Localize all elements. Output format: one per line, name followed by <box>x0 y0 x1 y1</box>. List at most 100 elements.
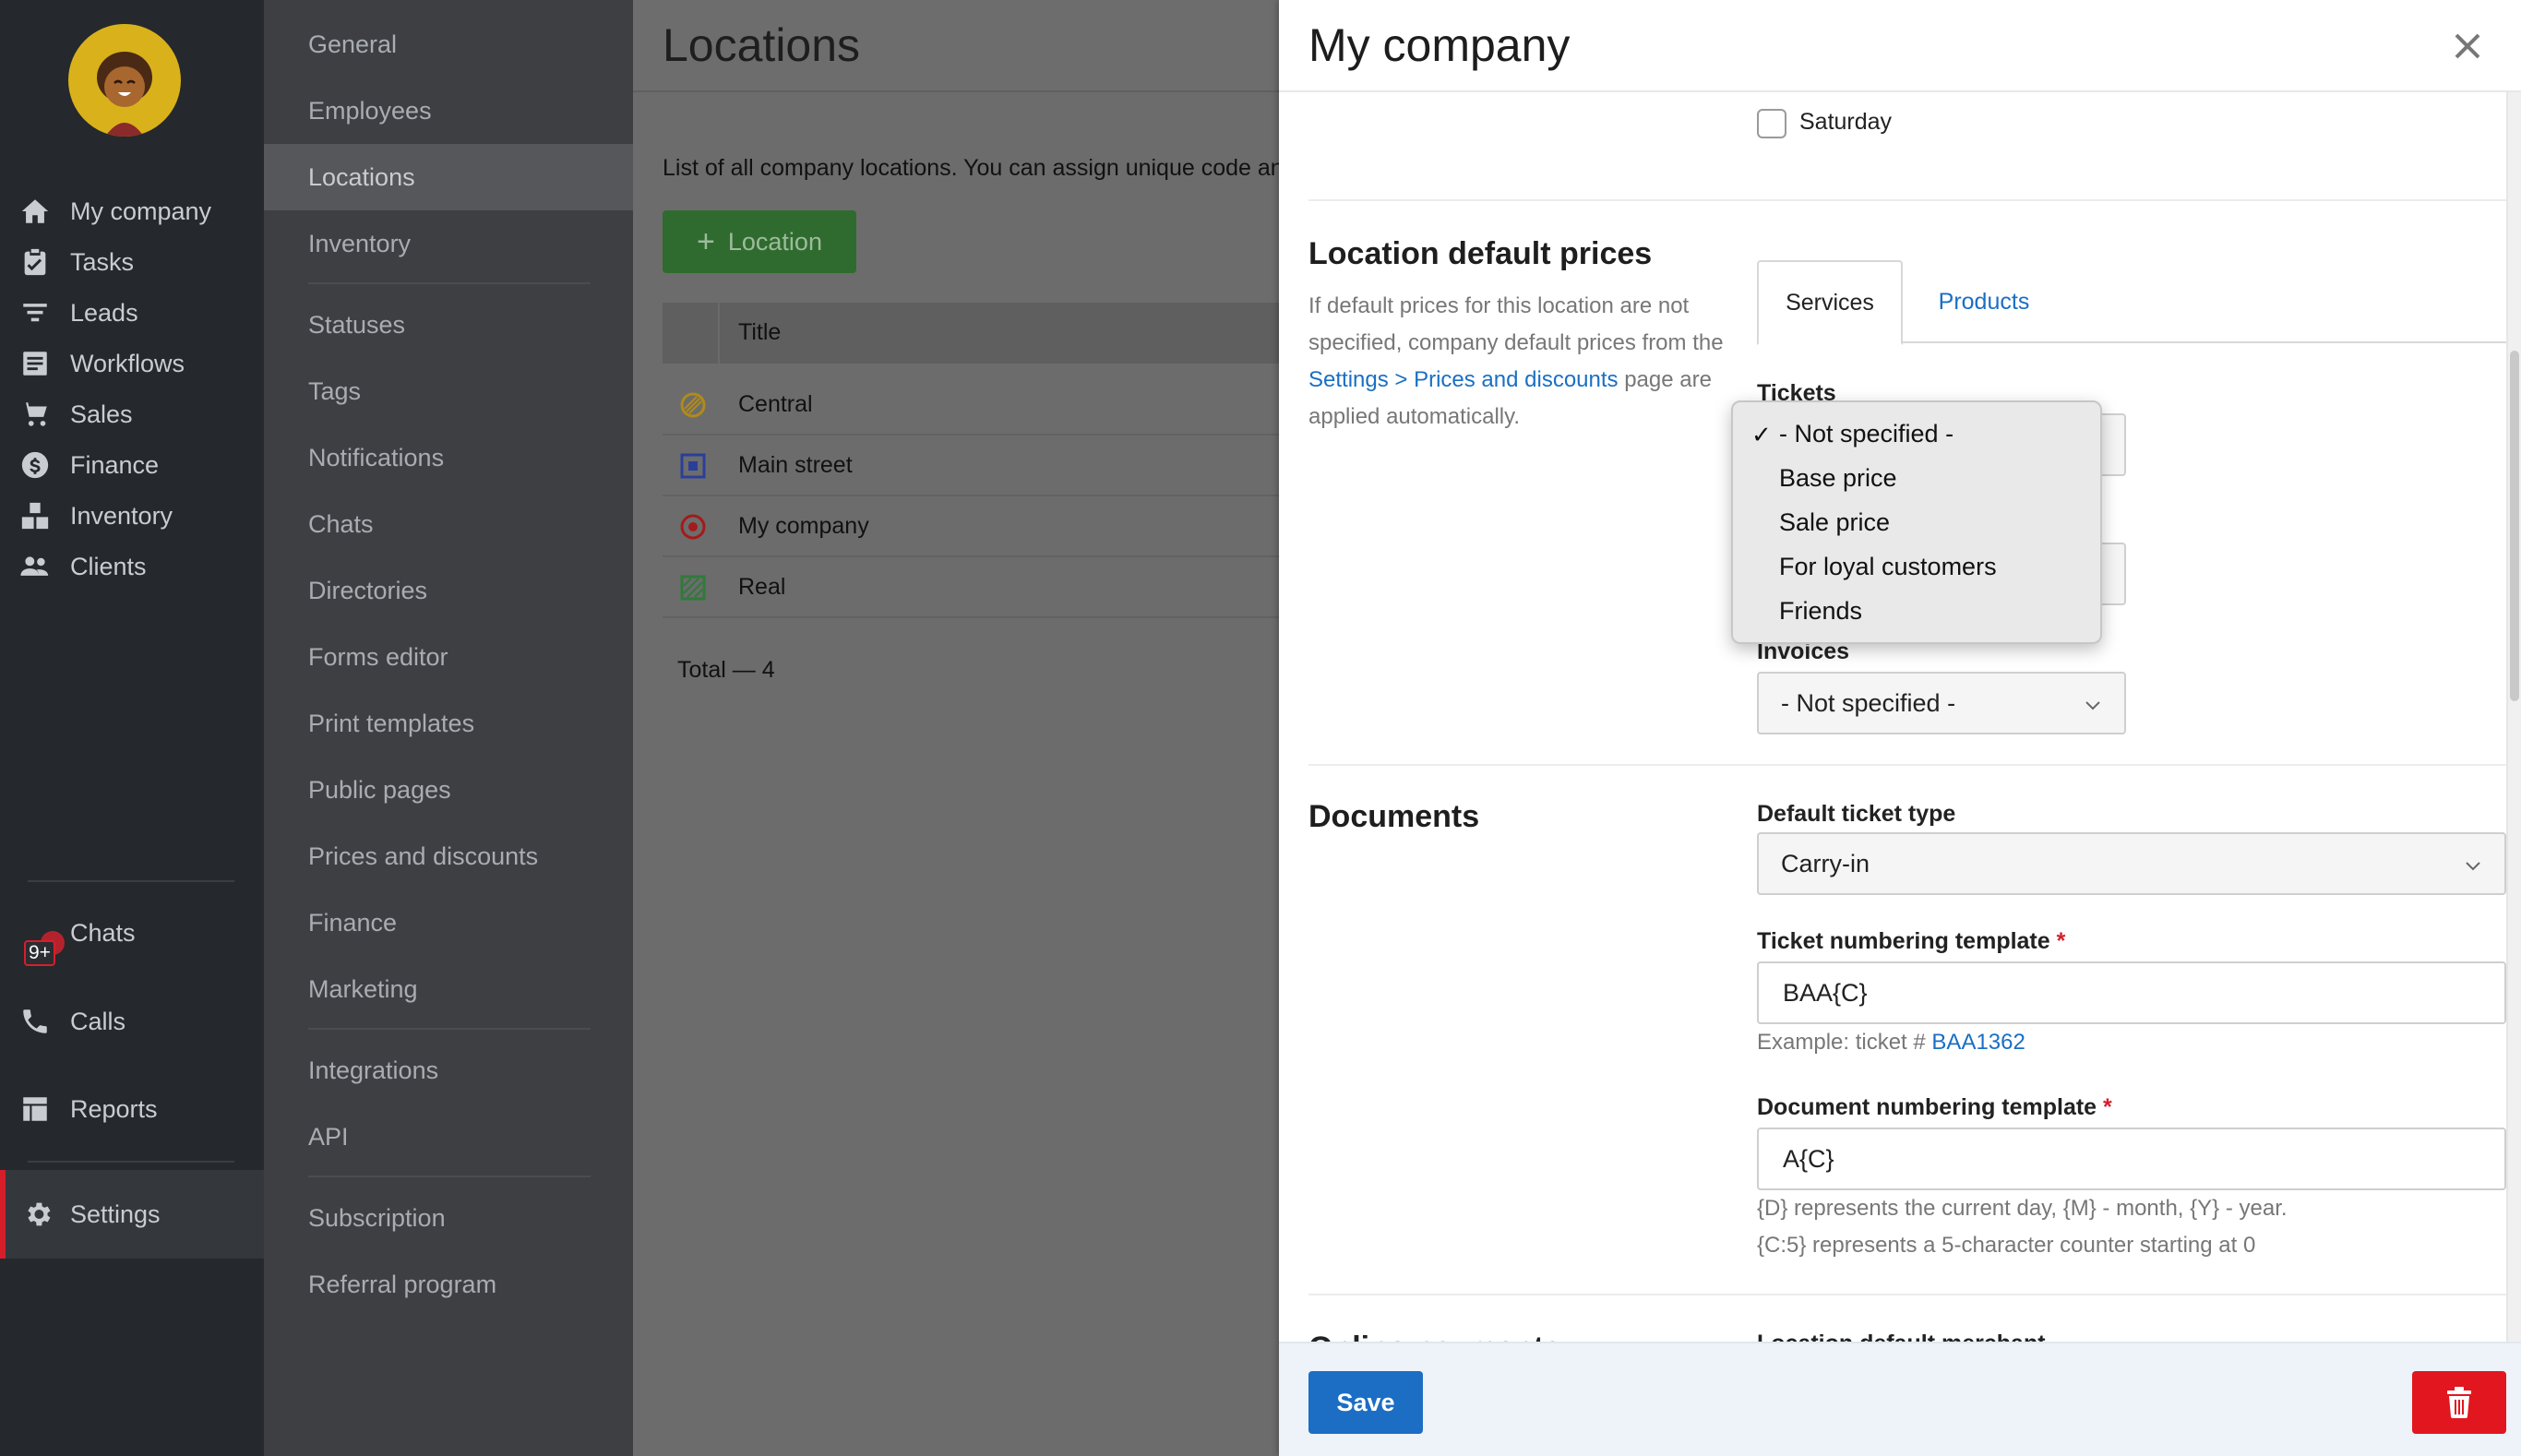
chevron-down-icon <box>2085 701 2100 710</box>
settings-menu-item-employees[interactable]: Employees <box>264 78 633 144</box>
table-icon <box>0 1093 70 1125</box>
ticket-numbering-label: Ticket numbering template * <box>1757 928 2066 954</box>
scrollbar-thumb[interactable] <box>2510 351 2519 701</box>
settings-menu-item-statuses[interactable]: Statuses <box>264 292 633 358</box>
location-edit-panel: My company Saturday Location default pri… <box>1279 0 2521 1456</box>
checkmark-icon: ✓ <box>1751 421 1772 448</box>
add-location-label: Location <box>727 227 822 256</box>
trash-icon <box>2447 1387 2471 1418</box>
settings-menu-item-locations[interactable]: Locations <box>264 144 633 210</box>
nav-item-calls[interactable]: Calls <box>0 977 264 1066</box>
nav-item-label: Calls <box>70 1007 126 1035</box>
price-tabs: Services Products <box>1757 260 2506 345</box>
settings-link[interactable]: Settings <box>1308 367 1389 392</box>
unread-badge: 9+ <box>24 940 55 966</box>
settings-menu-item-directories[interactable]: Directories <box>264 557 633 624</box>
settings-menu-item-notifications[interactable]: Notifications <box>264 424 633 491</box>
tab-products[interactable]: Products <box>1903 260 2065 343</box>
location-title: Main street <box>738 452 853 478</box>
invoices-price-select[interactable]: - Not specified - <box>1757 672 2126 734</box>
settings-menu-item-general[interactable]: General <box>264 11 633 78</box>
dropdown-option-loyal-customers[interactable]: For loyal customers <box>1733 544 2102 589</box>
settings-menu-item-forms-editor[interactable]: Forms editor <box>264 624 633 690</box>
numbering-hint-counter: {C:5} represents a 5-character counter s… <box>1757 1233 2256 1258</box>
saturday-checkbox[interactable] <box>1757 109 1786 138</box>
settings-menu-item-api[interactable]: API <box>264 1104 633 1170</box>
users-icon <box>0 551 70 582</box>
table-row[interactable]: Real <box>663 557 1279 618</box>
settings-menu-item-inventory[interactable]: Inventory <box>264 210 633 277</box>
section-title-default-prices: Location default prices <box>1308 236 1653 271</box>
default-prices-description: If default prices for this location are … <box>1308 293 1724 429</box>
default-ticket-type-label: Default ticket type <box>1757 801 1956 827</box>
nav-item-label: Chats <box>70 918 136 947</box>
ticket-numbering-input[interactable]: BAA{C} <box>1757 961 2506 1024</box>
settings-menu-item-finance[interactable]: Finance <box>264 889 633 956</box>
invoices-price-value: - Not specified - <box>1781 688 1956 717</box>
numbering-hint-date: {D} represents the current day, {M} - mo… <box>1757 1196 2288 1221</box>
locations-page: Locations List of all company locations.… <box>633 0 1279 1456</box>
saturday-label: Saturday <box>1799 109 1893 135</box>
gear-icon <box>6 1199 70 1230</box>
panel-footer: Save <box>1279 1342 2521 1456</box>
settings-menu-item-tags[interactable]: Tags <box>264 358 633 424</box>
add-location-button[interactable]: + Location <box>663 210 856 273</box>
nav-item-settings[interactable]: Settings <box>0 1170 264 1259</box>
settings-menu-item-marketing[interactable]: Marketing <box>264 956 633 1022</box>
dropdown-option-friends[interactable]: Friends <box>1733 589 2102 633</box>
settings-menu-item-referral-program[interactable]: Referral program <box>264 1251 633 1318</box>
panel-title: My company <box>1308 19 1571 71</box>
settings-menu-item-print-templates[interactable]: Print templates <box>264 690 633 757</box>
delete-button[interactable] <box>2412 1371 2506 1434</box>
nav-item-label: Reports <box>70 1094 158 1123</box>
nav-item-clients[interactable]: Clients <box>0 522 264 611</box>
table-row[interactable]: Central <box>663 375 1279 436</box>
location-title: My company <box>738 513 869 539</box>
scrollbar[interactable] <box>2506 92 2521 1342</box>
ticket-example-link[interactable]: BAA1362 <box>1931 1030 2025 1055</box>
panel-header: My company <box>1279 0 2521 92</box>
avatar[interactable] <box>68 24 181 137</box>
settings-menu: General Employees Locations Inventory St… <box>264 0 633 1456</box>
settings-menu-item-chats[interactable]: Chats <box>264 491 633 557</box>
save-button[interactable]: Save <box>1308 1371 1423 1434</box>
settings-menu-item-integrations[interactable]: Integrations <box>264 1037 633 1104</box>
default-ticket-type-value: Carry-in <box>1781 849 1870 877</box>
default-ticket-type-select[interactable]: Carry-in <box>1757 832 2506 895</box>
document-numbering-input[interactable]: A{C} <box>1757 1128 2506 1190</box>
settings-menu-item-subscription[interactable]: Subscription <box>264 1185 633 1251</box>
table-row[interactable]: My company <box>663 496 1279 557</box>
settings-menu-item-public-pages[interactable]: Public pages <box>264 757 633 823</box>
nav-item-label: Clients <box>70 552 147 580</box>
phone-icon <box>0 1006 70 1037</box>
dropdown-option-sale-price[interactable]: Sale price <box>1733 500 2102 544</box>
prices-and-discounts-link[interactable]: Prices and discounts <box>1414 367 1618 392</box>
page-description: List of all company locations. You can a… <box>663 155 1279 181</box>
table-row[interactable]: Main street <box>663 436 1279 496</box>
nav-item-label: Settings <box>70 1199 161 1228</box>
location-title: Central <box>738 391 813 417</box>
main-navigation: My company Tasks Leads Workflows Sales F… <box>0 0 264 1456</box>
section-title-documents: Documents <box>1308 799 1480 834</box>
close-icon[interactable] <box>2445 24 2490 68</box>
nav-item-reports[interactable]: Reports <box>0 1065 264 1153</box>
page-header: Locations <box>633 0 1279 92</box>
chevron-down-icon <box>2466 862 2480 871</box>
table-header: Title <box>663 303 1279 364</box>
square-dot-icon <box>680 453 706 479</box>
total-count: Total — 4 <box>677 657 775 683</box>
document-numbering-label: Document numbering template * <box>1757 1094 2112 1120</box>
column-title[interactable]: Title <box>738 319 781 346</box>
target-icon <box>680 514 706 540</box>
nav-item-chats[interactable]: 9+ Chats <box>0 889 264 977</box>
location-title: Real <box>738 574 786 600</box>
page-title: Locations <box>663 19 861 71</box>
tab-services[interactable]: Services <box>1757 260 1903 345</box>
settings-menu-item-prices-and-discounts[interactable]: Prices and discounts <box>264 823 633 889</box>
dropdown-option-base-price[interactable]: Base price <box>1733 456 2102 500</box>
ticket-numbering-example: Example: ticket # BAA1362 <box>1757 1030 2025 1055</box>
striped-square-icon <box>680 575 706 601</box>
dropdown-option-not-specified[interactable]: ✓ - Not specified - <box>1733 412 2102 456</box>
striped-circle-icon <box>680 392 706 418</box>
price-dropdown-menu: ✓ - Not specified - Base price Sale price… <box>1731 400 2102 644</box>
